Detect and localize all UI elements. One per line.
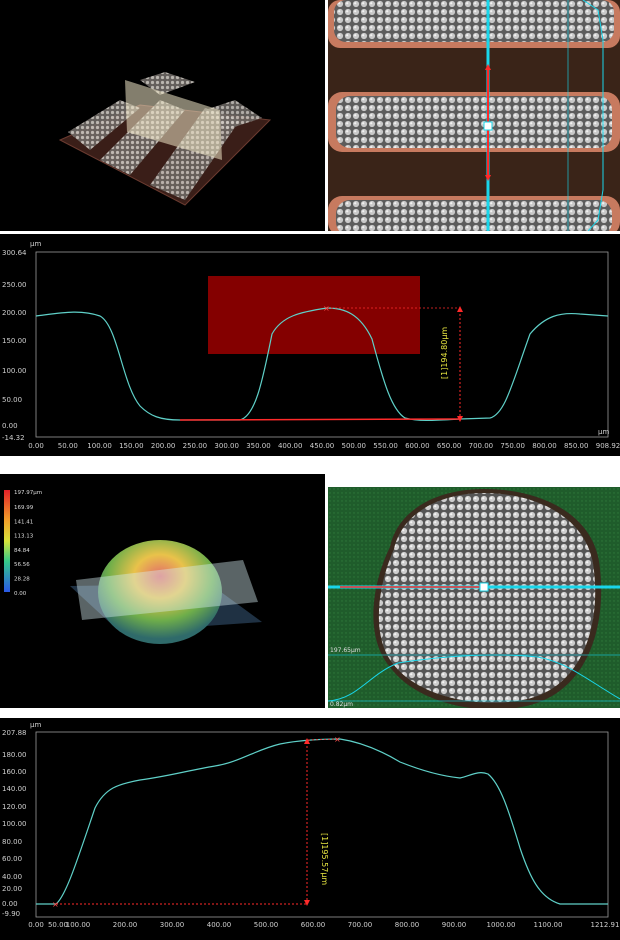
y-tick-label: 0.00 [2,900,18,908]
legend-value: 141.41 [14,519,33,525]
y-tick-label: 200.00 [2,309,27,317]
panel1-3d-view[interactable] [0,0,325,231]
cursor-x-icon[interactable]: × [334,735,341,744]
panel1-profile-chart[interactable]: μm 300.64 250.00 200.00 150.00 100.00 50.00 0.… [0,234,620,454]
panel2-optical-view[interactable]: 197.65μm 0.82μm [328,487,620,708]
panel1-cursor-handle[interactable] [483,121,493,131]
y-tick-label: 160.00 [2,768,27,776]
panel2-mini-bottom-label: 0.82μm [330,701,353,708]
x-tick-label: 100.00 [87,442,112,450]
panel2-3d-view[interactable]: 197.97μm 169.99 141.41 113.13 84.84 56.56 28.… [0,474,325,708]
panel2-plot-frame [35,731,609,918]
x-tick-label: 850.00 [564,442,589,450]
y-tick-label: 50.00 [2,396,22,404]
panel1-reference-line [179,418,461,421]
panel2-measure-label: [1]195.57μm [320,833,329,885]
x-tick-label: 550.00 [373,442,398,450]
y-tick-label: 40.00 [2,873,22,881]
y-tick-label: 140.00 [2,785,27,793]
x-tick-label: 500.00 [254,921,279,929]
legend-value: 169.99 [14,505,34,511]
x-tick-label: 0.00 [28,442,44,450]
y-tick-label: 60.00 [2,855,22,863]
panel1-unit-label: μm [30,240,41,248]
panel1-stripe-1 [334,0,614,42]
panel1-stripe-2 [336,96,612,148]
x-tick-label: 1212.91 [591,921,620,929]
x-tick-label: 908.92 [596,442,620,450]
x-tick-label: 800.00 [395,921,420,929]
panel1-measure-label: [1]194.80μm [440,327,449,379]
y-tick-label: 207.88 [2,729,27,737]
x-tick-label: 150.00 [119,442,144,450]
x-tick-label: 400.00 [207,921,232,929]
y-tick-label: 100.00 [2,820,27,828]
legend-value: 56.56 [14,562,30,568]
x-tick-label: 200.00 [113,921,138,929]
x-tick-label: 700.00 [348,921,373,929]
x-tick-label: 1000.00 [487,921,516,929]
y-tick-label: 250.00 [2,281,27,289]
y-tick-label: -9.90 [2,910,20,918]
x-tick-label: 700.00 [469,442,494,450]
x-tick-label: 800.00 [532,442,557,450]
x-tick-label: 1100.00 [534,921,563,929]
y-tick-label: 100.00 [2,367,27,375]
panel1-3d-render [58,72,272,206]
y-tick-label: 0.00 [2,422,18,430]
legend-value: 84.84 [14,548,30,554]
x-tick-label: 900.00 [442,921,467,929]
x-tick-label: 750.00 [500,442,525,450]
panel2-unit-label: μm [30,721,41,729]
x-tick-label: 600.00 [405,442,430,450]
cursor-x-icon[interactable]: × [323,304,330,313]
panel2-mini-top-label: 197.65μm [330,647,361,654]
panel1-optical-image [328,0,620,231]
x-tick-label: 300.00 [160,921,185,929]
x-tick-label: 350.00 [246,442,271,450]
legend-value: 28.28 [14,577,30,583]
y-tick-label: -14.32 [2,434,25,442]
panel1-stripe-3 [336,200,612,231]
y-tick-label: 80.00 [2,838,22,846]
panel2-legend-top: 197.97μm [14,490,42,496]
x-tick-label: 200.00 [151,442,176,450]
legend-value: 113.13 [14,534,34,540]
y-tick-label: 180.00 [2,751,27,759]
x-tick-label: 650.00 [437,442,462,450]
x-tick-label: 300.00 [214,442,239,450]
panel2-cursor-handle[interactable] [479,582,489,592]
y-tick-label: 120.00 [2,803,27,811]
panel1-selected-region[interactable] [208,276,420,354]
panel1-x-unit: μm [598,428,609,436]
x-tick-label: 600.00 [301,921,326,929]
panel2-3d-render: 197.97μm 169.99 141.41 113.13 84.84 56.56 28.… [4,490,262,644]
panel1-optical-view[interactable] [328,0,620,231]
legend-value: 0.00 [14,591,27,597]
x-tick-label: 250.00 [183,442,208,450]
panel2-color-legend [4,490,10,592]
x-tick-label: 450.00 [310,442,335,450]
panel1-profile-svg: μm 300.64 250.00 200.00 150.00 100.00 50.00 0.… [2,240,620,450]
y-tick-label: 150.00 [2,337,27,345]
x-tick-label: 0.00 [28,921,44,929]
x-tick-label: 50.00 [58,442,78,450]
svg-text:×: × [52,900,59,909]
x-tick-label: 500.00 [342,442,367,450]
panel2-ball-pad [378,493,596,703]
panel2-profile-svg: μm 207.88 180.00 160.00 140.00 120.00 100.00 8… [2,721,620,929]
x-tick-label: 400.00 [278,442,303,450]
panel2-profile-chart[interactable]: μm 207.88 180.00 160.00 140.00 120.00 100.00 8… [0,718,620,940]
y-tick-label: 20.00 [2,885,22,893]
panel2-optical-image: 197.65μm 0.82μm [328,487,620,708]
x-tick-label: 100.00 [66,921,91,929]
y-tick-label: 300.64 [2,249,27,257]
